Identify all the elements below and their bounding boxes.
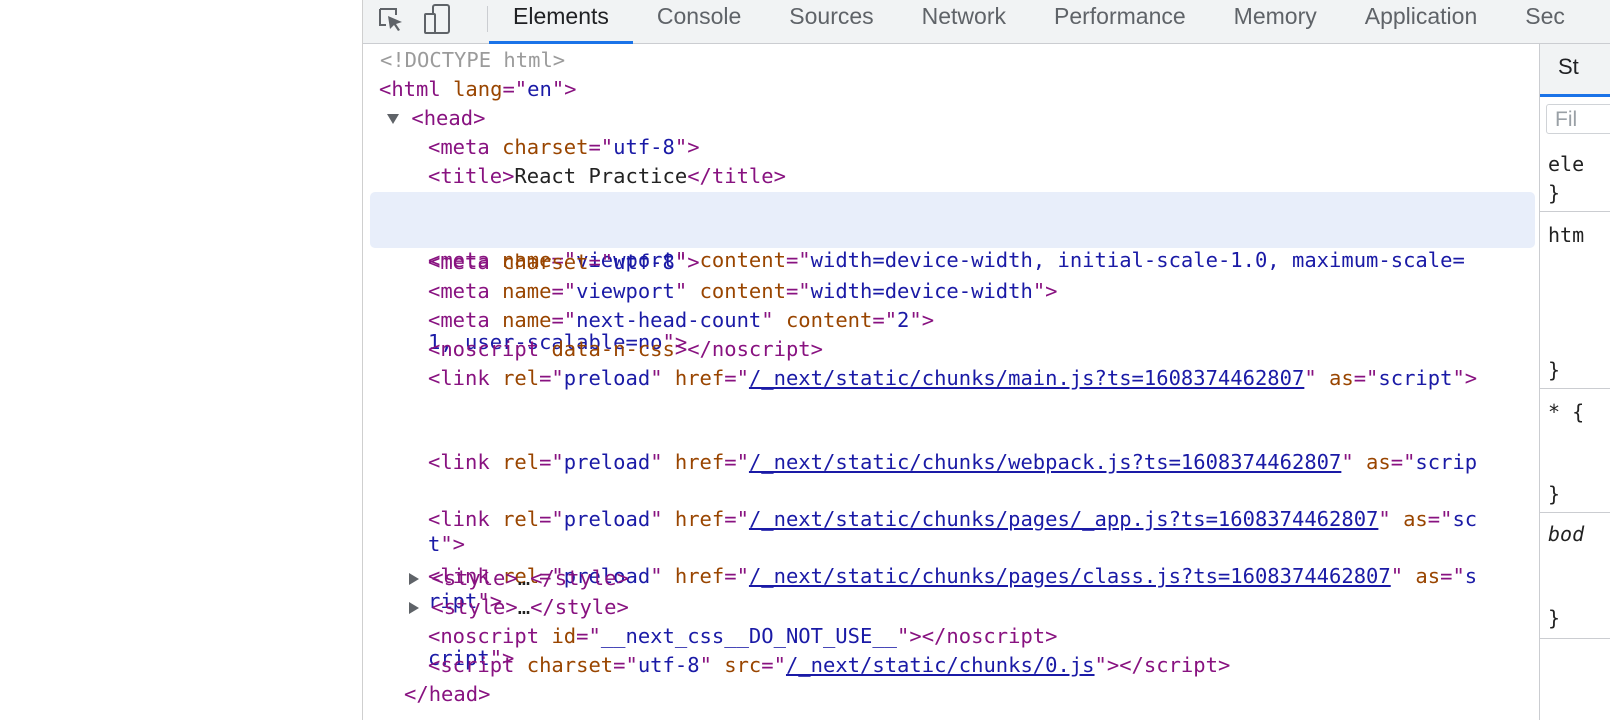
dom-node-link-app[interactable]: <link rel="preload" href="/_next/static/… [363, 451, 1539, 613]
html-lang-value: en [527, 77, 552, 101]
expand-triangle-icon[interactable] [409, 602, 419, 614]
dom-node-head[interactable]: <head> [363, 105, 1539, 132]
tab-console[interactable]: Console [633, 0, 765, 43]
active-tab-indicator [1540, 94, 1610, 97]
dom-node-meta-viewport-selected[interactable]: <meta name="viewport" content="width=dev… [370, 192, 1535, 354]
doctype-text: <!DOCTYPE html> [380, 48, 566, 72]
styles-filter-input[interactable]: Fil [1546, 104, 1610, 134]
dom-node-html[interactable]: <html lang="en"> [363, 76, 1539, 103]
link-main-as-value: script [1378, 366, 1453, 390]
tab-memory[interactable]: Memory [1210, 0, 1341, 43]
link-main-href[interactable]: /_next/static/chunks/main.js?ts=16083744… [749, 366, 1304, 390]
expand-triangle-icon[interactable] [409, 573, 419, 585]
dom-node-meta-charset[interactable]: <meta charset="utf-8"> [363, 134, 1539, 161]
style-rule-close: } [1548, 606, 1561, 630]
rule-divider [1540, 211, 1610, 212]
dom-node-link-main[interactable]: <link rel="preload" href="/_next/static/… [363, 365, 1539, 392]
collapse-triangle-icon[interactable] [387, 114, 399, 124]
noscript-attr-name: data-n-css [551, 337, 675, 361]
noscript-id-value: __next_css__DO_NOT_USE__ [600, 624, 898, 648]
dom-node-style-2[interactable]: <style>…</style> [363, 594, 1539, 621]
device-toggle-icon[interactable] [421, 2, 455, 36]
tab-styles[interactable]: St [1558, 54, 1579, 80]
style-rule-selector[interactable]: htm [1548, 223, 1584, 247]
dom-node-noscript[interactable]: <noscript data-n-css></noscript> [363, 336, 1539, 363]
dom-node-link-webpack[interactable]: <link rel="preload" href="/_next/static/… [363, 394, 1539, 556]
style-rule-close: } [1548, 181, 1561, 205]
tab-performance[interactable]: Performance [1030, 0, 1210, 43]
rule-divider [1540, 388, 1610, 389]
title-text: React Practice [514, 164, 688, 188]
viewport-2-name-value: viewport [576, 279, 675, 303]
dom-node-script[interactable]: <script charset="utf-8" src="/_next/stat… [363, 652, 1539, 679]
nhc-content-value: 2 [897, 308, 910, 332]
dom-node-link-class[interactable]: <link rel="preload" href="/_next/static/… [363, 508, 1539, 670]
style-rule-selector[interactable]: ele [1548, 152, 1584, 176]
style-rule-selector[interactable]: bod [1548, 522, 1584, 546]
meta-charset-2-value: utf-8 [613, 250, 675, 274]
meta-charset-value: utf-8 [613, 135, 675, 159]
devtools-tabs: Elements Console Sources Network Performance… [489, 0, 1589, 44]
style-rule-close: } [1548, 358, 1561, 382]
script-charset-value: utf-8 [637, 653, 700, 677]
rule-divider [1540, 512, 1610, 513]
tab-application[interactable]: Application [1341, 0, 1502, 43]
nhc-name-value: next-head-count [576, 308, 762, 332]
tab-elements[interactable]: Elements [489, 0, 633, 44]
dom-node-meta-viewport-2[interactable]: <meta name="viewport" content="width=dev… [363, 278, 1539, 305]
dom-node-title[interactable]: <title>React Practice</title> [363, 163, 1539, 190]
tab-security[interactable]: Sec [1501, 0, 1589, 43]
rule-divider [1540, 638, 1610, 639]
style-rule-selector[interactable]: * { [1548, 400, 1584, 424]
dom-tree: <!DOCTYPE html> <html lang="en"> <head> … [363, 44, 1539, 720]
style-rule-close: } [1548, 482, 1561, 506]
page-viewport [0, 0, 362, 720]
styles-sidebar: St Fil ele } htm } * { } bod } [1539, 44, 1610, 720]
dom-node-noscript-next-css[interactable]: <noscript id="__next_css__DO_NOT_USE__">… [363, 623, 1539, 650]
devtools-toolbar: Elements Console Sources Network Performance… [363, 0, 1610, 44]
viewport-2-content-value: width=device-width [810, 279, 1033, 303]
sidebar-tabs: St [1540, 44, 1610, 97]
script-src-link[interactable]: /_next/static/chunks/0.js [786, 653, 1095, 677]
dom-node-doctype[interactable]: <!DOCTYPE html> [363, 47, 1539, 74]
dom-node-head-close[interactable]: </head> [363, 681, 1539, 708]
dom-node-meta-charset-2[interactable]: <meta charset="utf-8"> [363, 249, 1539, 276]
tab-sources[interactable]: Sources [765, 0, 897, 43]
dom-node-meta-next-head-count[interactable]: <meta name="next-head-count" content="2"… [363, 307, 1539, 334]
dom-node-style-1[interactable]: <style>…</style> [363, 565, 1539, 592]
tab-network[interactable]: Network [898, 0, 1030, 43]
toolbar-separator [487, 6, 488, 32]
inspect-cursor-icon[interactable] [373, 2, 407, 36]
devtools-panel: Elements Console Sources Network Performance… [362, 0, 1610, 720]
